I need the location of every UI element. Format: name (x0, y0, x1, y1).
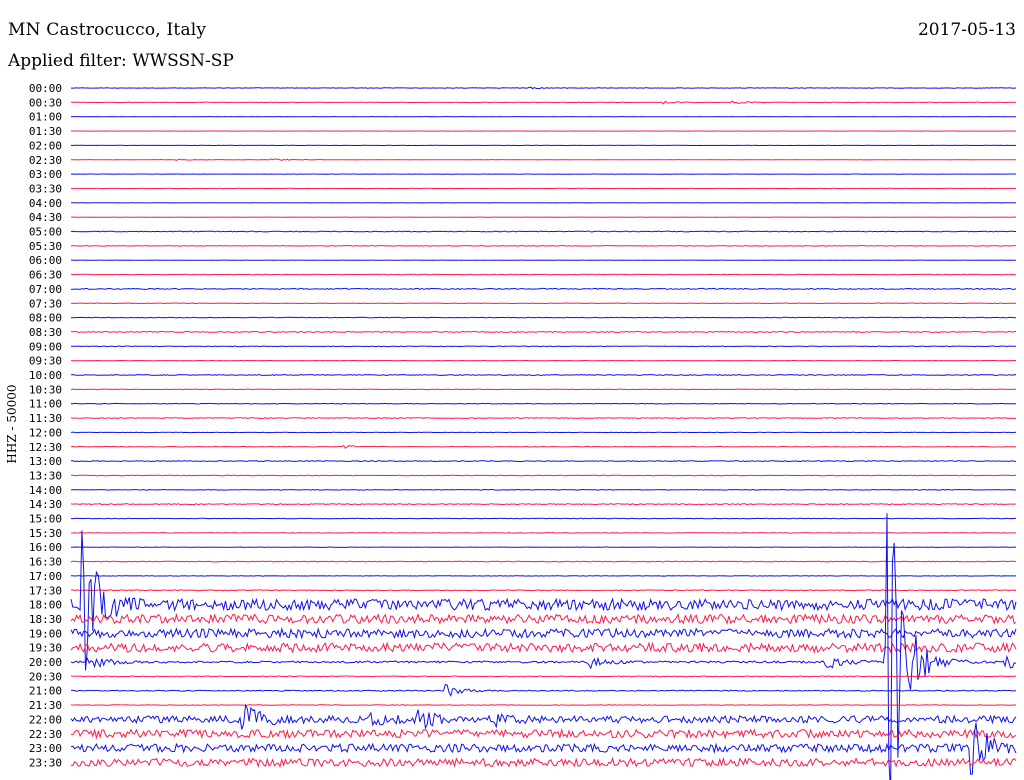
trace-row (70, 704, 1017, 706)
row-time-label: 02:30 (29, 154, 62, 167)
row-time-label: 12:00 (29, 426, 62, 439)
row-time-label: 01:00 (29, 111, 62, 124)
trace-row (70, 627, 1017, 640)
trace-rows (70, 86, 1017, 780)
row-time-label: 19:30 (29, 642, 62, 655)
row-time-label: 08:00 (29, 312, 62, 325)
row-time-label: 23:30 (29, 756, 62, 769)
row-time-label: 20:00 (29, 656, 62, 669)
row-time-label: 13:30 (29, 469, 62, 482)
trace-row (70, 345, 1016, 348)
row-time-label: 11:30 (29, 412, 62, 425)
row-time-label: 06:30 (29, 269, 62, 282)
row-time-label: 21:00 (29, 685, 62, 698)
row-time-label: 08:30 (29, 326, 62, 339)
trace-row (70, 612, 1017, 626)
row-time-label: 12:30 (29, 441, 62, 454)
row-time-label: 19:00 (29, 627, 62, 640)
trace-row (70, 703, 1017, 730)
trace-row (70, 560, 1017, 563)
row-time-label: 23:00 (29, 742, 62, 755)
row-time-label: 09:30 (29, 355, 62, 368)
trace-row (70, 488, 1017, 491)
row-time-label: 18:30 (29, 613, 62, 626)
row-time-label: 04:30 (29, 211, 62, 224)
trace-row (70, 727, 1017, 740)
row-time-label: 01:30 (29, 125, 62, 138)
row-time-label: 07:00 (29, 283, 62, 296)
row-time-label: 00:00 (29, 82, 62, 95)
trace-row (70, 756, 1017, 768)
trace-row (70, 444, 1016, 449)
row-time-label: 03:30 (29, 182, 62, 195)
trace-row (71, 683, 1016, 697)
row-time-label: 21:30 (29, 699, 62, 712)
row-time-label: 15:30 (29, 527, 62, 540)
trace-row (70, 316, 1016, 319)
trace-row (70, 388, 1017, 391)
trace-row (71, 86, 1017, 90)
row-time-label: 05:30 (29, 240, 62, 253)
trace-row (70, 245, 1017, 247)
trace-row (70, 374, 1017, 376)
row-time-label: 14:30 (29, 498, 62, 511)
seismogram-plot: 00:0000:30 01:0001:3002:00 02:3003:0003:30… (29, 82, 1017, 780)
trace-row (70, 641, 1017, 654)
row-time-label: 02:00 (29, 139, 62, 152)
trace-row (70, 302, 1017, 305)
trace-row (70, 474, 1016, 477)
row-time-label: 13:00 (29, 455, 62, 468)
trace-row (70, 532, 1017, 534)
row-time-label: 11:00 (29, 398, 62, 411)
row-time-label: 17:30 (29, 584, 62, 597)
row-time-label: 06:00 (29, 254, 62, 267)
row-time-label: 16:30 (29, 556, 62, 569)
row-time-label: 22:00 (29, 713, 62, 726)
row-time-label: 10:30 (29, 383, 62, 396)
trace-row (70, 503, 1017, 506)
row-time-label: 18:00 (29, 599, 62, 612)
time-labels: 00:0000:30 01:0001:3002:00 02:3003:0003:30… (29, 82, 62, 769)
trace-row (70, 100, 1017, 105)
row-time-label: 05:00 (29, 226, 62, 239)
row-time-label: 03:00 (29, 168, 62, 181)
trace-row (70, 273, 1016, 276)
trace-row (70, 417, 1017, 419)
trace-row (70, 330, 1017, 333)
trace-row (71, 402, 1017, 405)
trace-row (71, 589, 1017, 592)
row-time-label: 17:00 (29, 570, 62, 583)
row-time-label: 04:00 (29, 197, 62, 210)
trace-row (71, 675, 1017, 678)
trace-row (70, 287, 1017, 290)
row-time-label: 20:30 (29, 670, 62, 683)
row-time-label: 10:00 (29, 369, 62, 382)
row-time-label: 16:00 (29, 541, 62, 554)
row-time-label: 00:30 (29, 96, 62, 109)
row-time-label: 07:30 (29, 297, 62, 310)
row-time-label: 09:00 (29, 340, 62, 353)
trace-row (70, 460, 1017, 463)
row-time-label: 15:00 (29, 513, 62, 526)
row-time-label: 14:00 (29, 484, 62, 497)
row-time-label: 22:30 (29, 728, 62, 741)
trace-row (71, 158, 1017, 161)
trace-row (70, 230, 1016, 233)
